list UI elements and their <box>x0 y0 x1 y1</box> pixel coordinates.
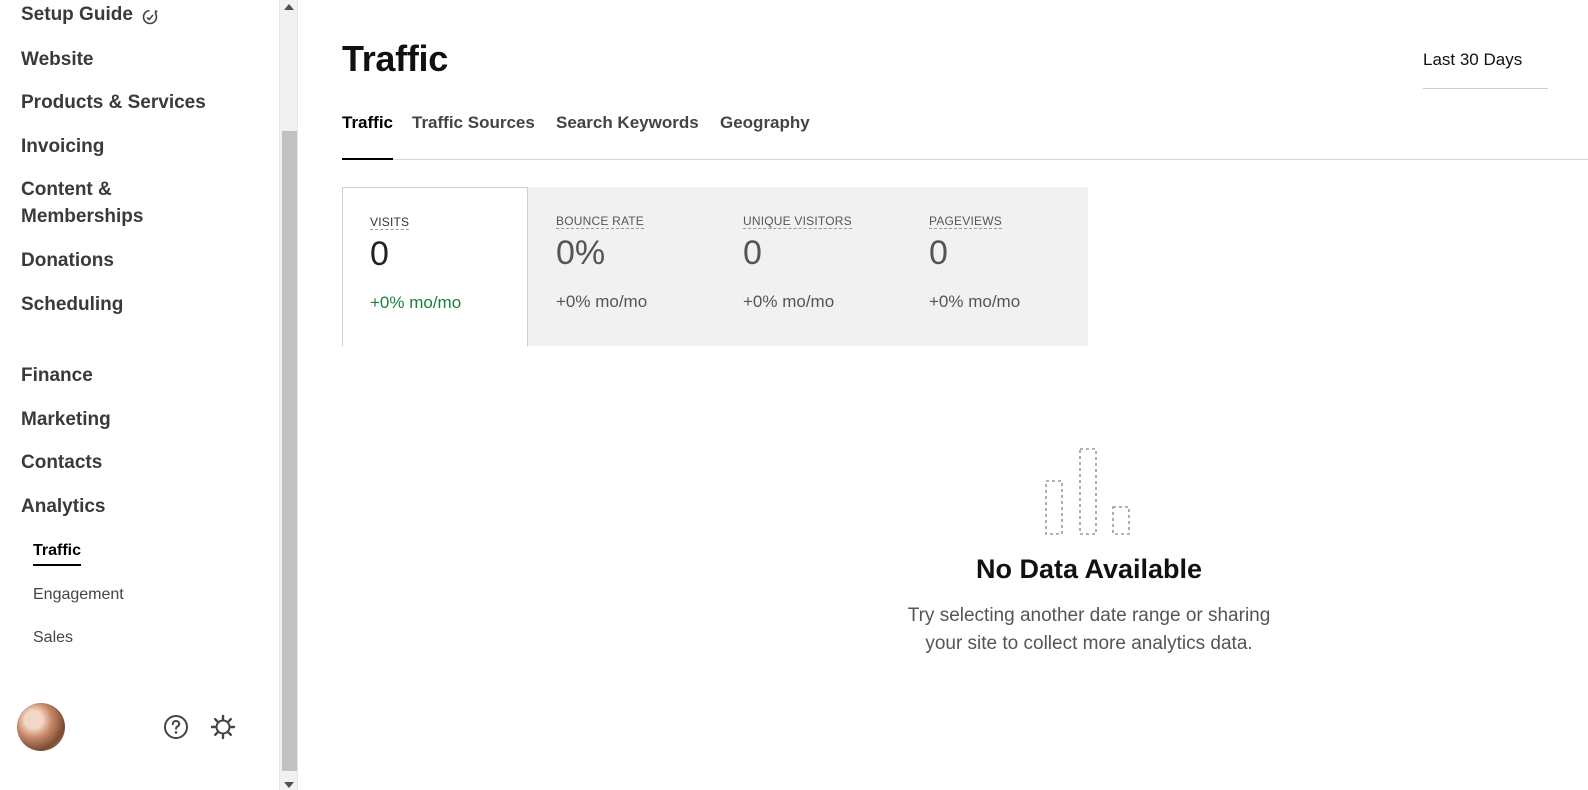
avatar[interactable] <box>17 703 65 751</box>
tab-geography[interactable]: Geography <box>720 113 810 133</box>
metric-delta: +0% mo/mo <box>556 292 648 311</box>
sidebar-item-scheduling[interactable]: Scheduling <box>21 291 123 318</box>
metric-label: BOUNCE RATE <box>556 214 644 229</box>
metric-delta: +0% mo/mo <box>929 292 1021 311</box>
scroll-down-arrow-icon[interactable] <box>284 782 294 788</box>
sidebar-item-analytics[interactable]: Analytics <box>21 493 105 520</box>
sidebar-item-contacts[interactable]: Contacts <box>21 449 102 476</box>
sidebar-item-marketing[interactable]: Marketing <box>21 406 111 433</box>
empty-state-message: Try selecting another date range or shar… <box>839 602 1339 658</box>
metric-delta: +0% mo/mo <box>370 293 462 312</box>
setup-guide-icon <box>142 9 158 24</box>
date-range-select[interactable]: Last 30 Days <box>1423 50 1548 89</box>
sidebar-item-products-services[interactable]: Products & Services <box>21 89 206 116</box>
sidebar-subitem-sales[interactable]: Sales <box>33 627 73 649</box>
metric-label: VISITS <box>370 215 410 230</box>
metric-label: PAGEVIEWS <box>929 214 1002 229</box>
empty-state-message-line: your site to collect more analytics data… <box>925 633 1253 654</box>
gear-icon[interactable] <box>209 713 237 741</box>
sidebar-scrollbar[interactable] <box>279 0 298 790</box>
tabs: Traffic Traffic Sources Search Keywords … <box>342 110 1588 160</box>
metric-label: UNIQUE VISITORS <box>743 214 852 229</box>
main-content: Traffic Last 30 Days Traffic Traffic Sou… <box>299 0 1588 790</box>
metric-bounce-rate[interactable]: BOUNCE RATE 0% +0% mo/mo <box>529 187 715 346</box>
metrics-panel: VISITS 0 +0% mo/mo BOUNCE RATE 0% +0% mo… <box>342 187 1088 346</box>
sidebar-item-website[interactable]: Website <box>21 46 94 73</box>
tab-traffic[interactable]: Traffic <box>342 113 394 160</box>
sidebar-subitem-engagement[interactable]: Engagement <box>33 584 124 606</box>
metric-value: 0 <box>370 235 389 273</box>
tab-traffic-sources[interactable]: Traffic Sources <box>412 113 535 133</box>
metric-pageviews[interactable]: PAGEVIEWS 0 +0% mo/mo <box>902 187 1088 346</box>
empty-state-message-line: Try selecting another date range or shar… <box>907 605 1271 626</box>
metric-value: 0 <box>743 234 762 272</box>
metric-value: 0 <box>929 234 948 272</box>
metric-visits[interactable]: VISITS 0 +0% mo/mo <box>342 187 528 346</box>
sidebar-item-donations[interactable]: Donations <box>21 247 114 274</box>
scroll-up-arrow-icon[interactable] <box>284 4 294 10</box>
metric-delta: +0% mo/mo <box>743 292 835 311</box>
sidebar-item-label: Setup Guide <box>21 4 133 25</box>
sidebar-item-invoicing[interactable]: Invoicing <box>21 133 104 160</box>
sidebar-subitem-traffic[interactable]: Traffic <box>33 540 82 566</box>
sidebar-item-setup-guide[interactable]: Setup Guide <box>21 1 159 28</box>
empty-state-title: No Data Available <box>975 554 1203 584</box>
sidebar-item-finance[interactable]: Finance <box>21 362 93 389</box>
tab-search-keywords[interactable]: Search Keywords <box>556 113 699 133</box>
page-title: Traffic <box>342 38 448 79</box>
sidebar-item-content-memberships[interactable]: Content & Memberships <box>21 176 221 230</box>
metric-unique-visitors[interactable]: UNIQUE VISITORS 0 +0% mo/mo <box>716 187 902 346</box>
scrollbar-thumb[interactable] <box>282 131 297 771</box>
sidebar: Setup Guide Website Products & Services … <box>0 0 282 790</box>
metric-value: 0% <box>556 234 606 272</box>
help-icon[interactable] <box>162 713 190 741</box>
bar-chart-icon <box>1045 448 1130 535</box>
